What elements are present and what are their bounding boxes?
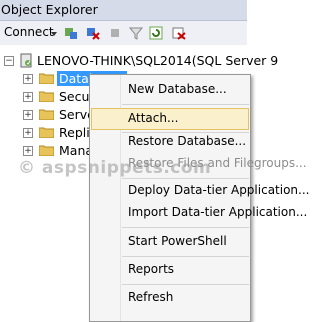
menu-item-label: Import Data-tier Application... [128, 205, 308, 219]
menu-item-start-powershell[interactable]: Start PowerShell [91, 231, 249, 253]
menu-item-restore-database[interactable]: Restore Database... [91, 131, 249, 153]
panel-title-bar: Object Explorer [0, 0, 247, 21]
watermark: © aspsnippets.com [18, 158, 212, 178]
menu-item-label: Restore Database... [128, 134, 247, 148]
menu-separator [122, 178, 249, 179]
menu-separator [122, 284, 249, 285]
expand-icon[interactable]: + [23, 110, 33, 120]
menu-item-deploy-data-tier[interactable]: Deploy Data-tier Application... [91, 180, 309, 202]
tree-node-server[interactable]: − LENOVO-THINK\SQL2014(SQL Server 9 [0, 52, 278, 70]
folder-icon [39, 145, 54, 156]
refresh-icon[interactable] [149, 26, 163, 40]
folder-icon [39, 109, 54, 120]
menu-item-label: New Database... [128, 82, 227, 96]
folder-icon [39, 127, 54, 138]
menu-item-label: Reports [128, 262, 175, 276]
folder-icon [39, 73, 54, 84]
panel-title: Object Explorer [1, 2, 98, 17]
connect-button[interactable]: Connect [4, 25, 54, 39]
menu-item-label: Start PowerShell [128, 234, 227, 248]
menu-item-label: Deploy Data-tier Application... [128, 183, 310, 197]
toolbar: Connect [0, 21, 247, 45]
menu-item-new-database[interactable]: New Database... [91, 79, 249, 101]
folder-icon [39, 91, 54, 102]
menu-separator [122, 256, 249, 257]
collapse-icon[interactable]: − [4, 56, 14, 66]
menu-item-refresh[interactable]: Refresh [91, 287, 249, 309]
menu-item-reports[interactable]: Reports [91, 259, 249, 281]
tree-node-replication[interactable]: + Replication [0, 124, 128, 142]
context-menu: New Database... Attach... Restore Databa… [89, 74, 309, 322]
expand-icon[interactable]: + [23, 74, 33, 84]
tree-node-security[interactable]: + Security [0, 88, 110, 106]
chevron-down-icon[interactable] [51, 32, 57, 36]
menu-item-label: Refresh [128, 290, 174, 304]
menu-separator [122, 104, 249, 105]
disconnect-icon[interactable] [86, 26, 100, 40]
server-name[interactable]: LENOVO-THINK\SQL2014(SQL Server 9 [37, 53, 278, 68]
menu-separator [122, 227, 249, 228]
menu-item-label: Attach... [128, 111, 179, 125]
activity-monitor-icon[interactable] [172, 26, 186, 40]
tree-node-server-objects[interactable]: + Server Objects [0, 106, 151, 124]
stop-icon[interactable] [108, 26, 122, 40]
menu-item-attach[interactable]: Attach... [91, 108, 249, 130]
expand-icon[interactable]: + [23, 92, 33, 102]
server-icon [20, 53, 32, 68]
filter-icon[interactable] [129, 26, 143, 40]
expand-icon[interactable]: + [23, 128, 33, 138]
connect-object-explorer-icon[interactable] [64, 26, 78, 40]
expand-icon[interactable]: + [23, 146, 33, 156]
menu-item-import-data-tier[interactable]: Import Data-tier Application... [91, 202, 307, 224]
